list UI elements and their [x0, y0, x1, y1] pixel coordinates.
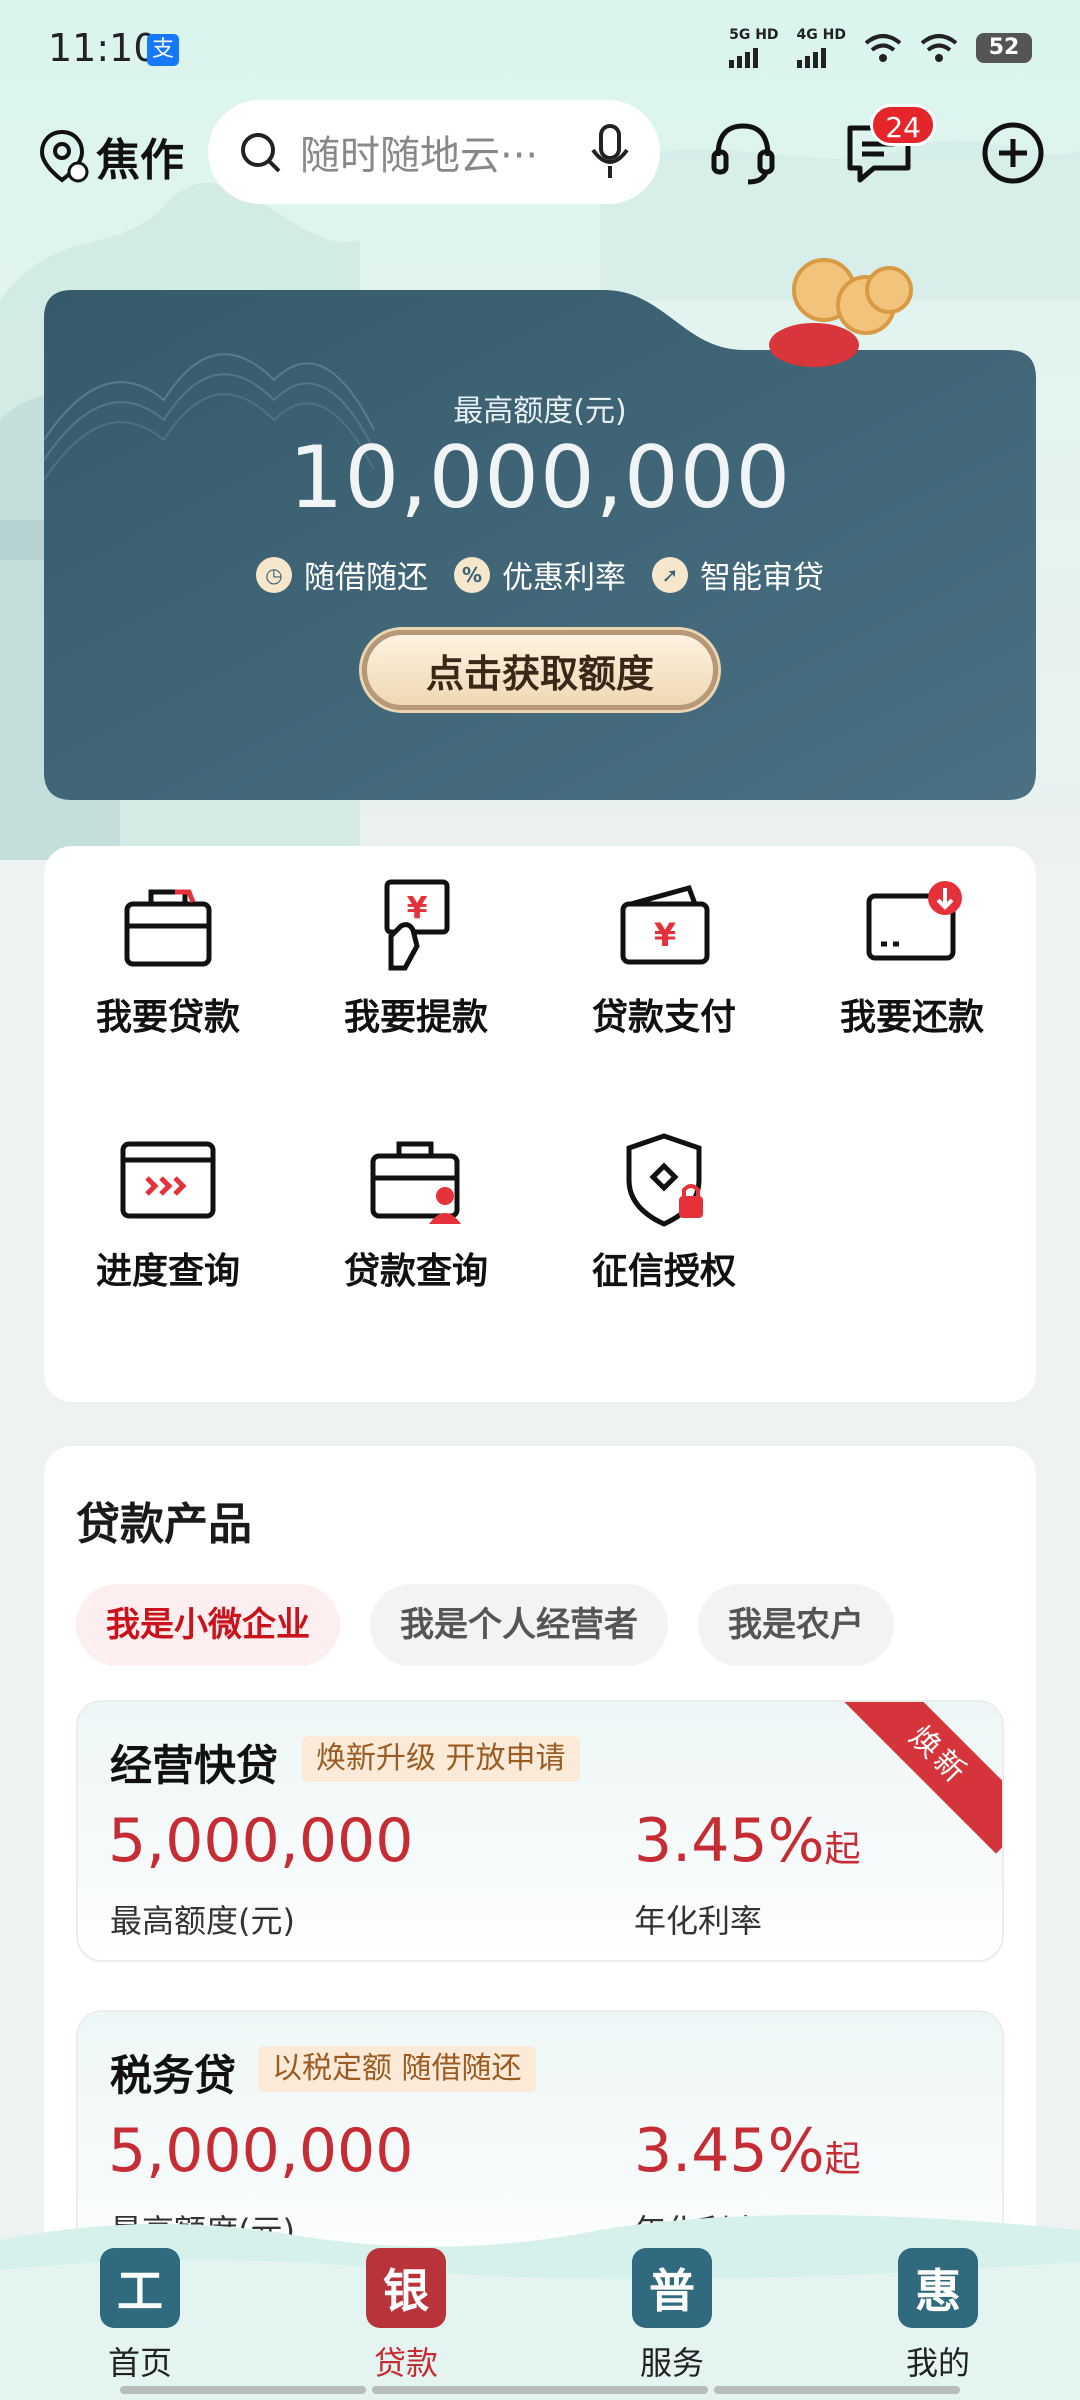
service-loan-query[interactable]: 贷款查询 [292, 1130, 540, 1294]
signal-5g-icon: 5G HD [729, 27, 779, 68]
product-rate-label: 年化利率 [634, 1902, 763, 1940]
section-title: 贷款产品 [76, 1499, 252, 1550]
rate-suffix: 起 [824, 1829, 861, 1870]
get-limit-button[interactable]: 点击获取额度 [362, 630, 718, 710]
feature-item: ◷ 随借随还 [256, 552, 428, 597]
product-name: 经营快贷 [110, 1741, 279, 1790]
system-nav-indicator [372, 2386, 708, 2394]
credit-limit-banner: 最高额度(元) 10,000,000 ◷ 随借随还 % 优惠利率 ➚ 智能审贷 点击获… [44, 258, 1036, 800]
battery-indicator: 52 [976, 33, 1032, 63]
feature-label: 随借随还 [304, 560, 428, 596]
tab-service[interactable]: 普 服务 [607, 2248, 737, 2384]
system-nav-indicator [714, 2386, 960, 2394]
service-credit-auth[interactable]: 征信授权 [540, 1130, 788, 1294]
product-name: 税务贷 [110, 2051, 237, 2100]
system-nav-indicator [120, 2386, 366, 2394]
search-bar[interactable]: 随时随地云··· [208, 100, 660, 204]
service-label: 贷款查询 [343, 1251, 488, 1292]
wifi-plus-icon [864, 34, 902, 62]
city-label: 焦作 [96, 135, 184, 186]
service-label: 征信授权 [591, 1251, 736, 1292]
repay-card-icon [866, 881, 962, 961]
product-amount: 5,000,000 [108, 2116, 414, 2186]
location-selector[interactable]: 焦作 [38, 124, 184, 188]
service-repay[interactable]: 我要还款 [788, 876, 1036, 1040]
headset-icon [711, 123, 775, 185]
microphone-icon[interactable] [590, 124, 630, 180]
location-pin-icon [39, 129, 89, 183]
alipay-icon: 支 [147, 34, 179, 66]
new-ribbon: 焕新 [840, 1702, 1002, 1854]
tab-label: 首页 [107, 2344, 172, 2382]
service-apply-loan[interactable]: 我要贷款 [44, 876, 292, 1040]
feature-item: % 优惠利率 [454, 552, 626, 597]
rate-value: 3.45% [634, 2116, 825, 2186]
product-tag: 以税定额 随借随还 [258, 2046, 536, 2092]
service-progress[interactable]: 进度查询 [44, 1130, 292, 1294]
message-count-badge: 24 [870, 104, 936, 146]
tab-label: 我的 [905, 2344, 970, 2382]
product-tag: 焕新升级 开放申请 [302, 1736, 580, 1782]
chip-farmer[interactable]: 我是农户 [698, 1584, 894, 1666]
service-withdraw[interactable]: ¥ 我要提款 [292, 876, 540, 1040]
product-amount: 5,000,000 [108, 1806, 414, 1876]
feature-list: ◷ 随借随还 % 优惠利率 ➚ 智能审贷 [44, 552, 1036, 597]
signal-4g-icon: 4G HD [796, 27, 846, 68]
service-grid: 我要贷款 ¥ 我要提款 ¥ 贷款支付 我要还款 进度查询 贷款查询 征信授权 [44, 846, 1036, 1402]
feature-label: 优惠利率 [502, 560, 626, 596]
loan-icon: 银 [366, 2248, 446, 2328]
add-button[interactable] [978, 118, 1048, 188]
service-label: 我要还款 [839, 997, 984, 1038]
service-loan-payment[interactable]: ¥ 贷款支付 [540, 876, 788, 1040]
search-placeholder: 随时随地云··· [300, 133, 539, 179]
yuan-bill-icon: ¥ [384, 879, 450, 971]
product-rate: 3.45%起 [634, 2116, 861, 2186]
limit-value: 10,000,000 [288, 428, 792, 528]
tab-label: 贷款 [373, 2344, 438, 2382]
customer-service-button[interactable] [708, 118, 778, 188]
wifi-icon [920, 34, 958, 62]
tab-home[interactable]: 工 首页 [75, 2248, 205, 2384]
wallet-icon: ¥ [620, 884, 710, 965]
feature-item: ➚ 智能审贷 [652, 552, 824, 597]
feature-label: 智能审贷 [700, 560, 824, 596]
rate-suffix: 起 [824, 2139, 861, 2180]
limit-label: 最高额度(元) [453, 394, 627, 429]
service-icon: 普 [632, 2248, 712, 2328]
product-amount-label: 最高额度(元) [110, 1902, 295, 1940]
clock-icon: ◷ [256, 556, 292, 593]
bottom-tab-bar: 工 首页 银 贷款 普 服务 惠 我的 [0, 2200, 1080, 2400]
profile-icon: 惠 [898, 2248, 978, 2328]
briefcase-icon [124, 889, 212, 967]
service-label: 我要提款 [343, 997, 488, 1038]
tab-mine[interactable]: 惠 我的 [873, 2248, 1003, 2384]
product-rate: 3.45%起 [634, 1806, 861, 1876]
rocket-icon: ➚ [652, 556, 688, 593]
percent-icon: % [454, 556, 490, 593]
shield-lock-icon [626, 1133, 703, 1227]
svg-text:¥: ¥ [407, 891, 428, 926]
home-icon: 工 [100, 2248, 180, 2328]
rate-value: 3.45% [634, 1806, 825, 1876]
service-label: 我要贷款 [95, 997, 240, 1038]
customer-type-filter: 我是小微企业 我是个人经营者 我是农户 [76, 1584, 894, 1666]
messages-button[interactable]: 24 [844, 104, 936, 188]
chip-individual-business[interactable]: 我是个人经营者 [370, 1584, 668, 1666]
search-icon [241, 133, 281, 173]
top-header: 焦作 随时随地云··· 24 [0, 100, 1080, 210]
network-label-2: 4G HD [796, 27, 846, 43]
status-time: 11:10 [48, 26, 158, 70]
plus-circle-icon [982, 122, 1044, 184]
service-label: 贷款支付 [591, 997, 736, 1038]
product-card-business-quick-loan[interactable]: 经营快贷 焕新升级 开放申请 焕新 5,000,000 最高额度(元) 3.45… [76, 1700, 1004, 1962]
progress-card-icon [120, 1141, 216, 1219]
chip-small-business[interactable]: 我是小微企业 [76, 1584, 340, 1666]
tab-loan[interactable]: 银 贷款 [341, 2248, 471, 2384]
briefcase-user-icon [370, 1141, 461, 1224]
service-label: 进度查询 [95, 1251, 240, 1292]
status-bar: 11:10 支 5G HD 4G HD 52 [0, 0, 1080, 100]
tab-label: 服务 [639, 2344, 704, 2382]
network-label-1: 5G HD [729, 27, 779, 43]
svg-text:¥: ¥ [654, 916, 676, 954]
